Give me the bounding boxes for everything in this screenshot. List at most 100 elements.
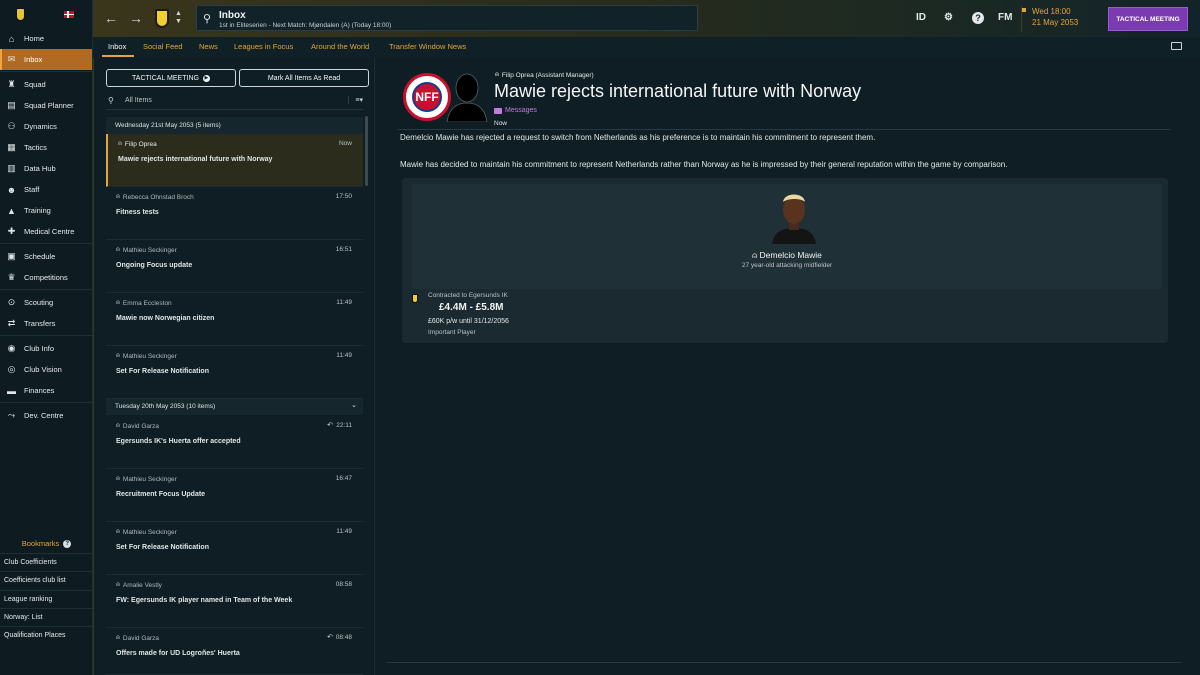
tab-inbox[interactable]: Inbox bbox=[108, 42, 126, 51]
person-icon: ⍝ bbox=[116, 299, 120, 306]
sidebar-item-squad[interactable]: ♜ Squad bbox=[0, 74, 92, 95]
message-item[interactable]: ⍝ David Garza 22:11 Egersunds IK's Huerta o… bbox=[106, 416, 363, 469]
date-group-label: Wednesday 21st May 2053 (5 items) bbox=[115, 122, 221, 129]
sidebar-item-tactics[interactable]: ▦ Tactics bbox=[0, 137, 92, 158]
sender-name: Mathieu Seckinger bbox=[122, 246, 177, 254]
reply-arrow-icon: ↶ bbox=[327, 422, 333, 429]
message-item[interactable]: ⍝ David Garza 08:48 Offers made for UD Logr… bbox=[106, 628, 363, 675]
inbox-filter[interactable]: ⚲ All Items ≡▾ bbox=[106, 93, 363, 110]
message-item[interactable]: ⍝ Emma Eccleston 11:49 Mawie now Norwegian … bbox=[106, 293, 363, 346]
mark-all-read-button[interactable]: Mark All Items As Read bbox=[239, 69, 369, 87]
date-group-header[interactable]: Wednesday 21st May 2053 (5 items) bbox=[106, 117, 363, 134]
bookmark-item[interactable]: Coefficients club list bbox=[0, 571, 93, 589]
sender-name: Rebecca Ohnstad Broch bbox=[122, 193, 194, 201]
sidebar-item-home[interactable]: ⌂ Home bbox=[0, 28, 92, 49]
filter-input[interactable]: All Items bbox=[125, 97, 152, 104]
sidebar-item-competitions[interactable]: ♛ Competitions bbox=[0, 267, 92, 288]
tab-around-the-world[interactable]: Around the World bbox=[311, 42, 369, 51]
game-date[interactable]: Wed 18:00 21 May 2053 bbox=[1021, 6, 1099, 32]
message-item[interactable]: ⍝ Mathieu Seckinger 11:49 Set For Release N… bbox=[106, 522, 363, 575]
message-time: 08:58 bbox=[335, 581, 352, 588]
sidebar-item-dev-centre[interactable]: ⤳ Dev. Centre bbox=[0, 405, 92, 426]
message-item[interactable]: ⍝ Mathieu Seckinger 11:49 Set For Release N… bbox=[106, 346, 363, 399]
date-marker-icon bbox=[1022, 8, 1026, 12]
sender-name: Emma Eccleston bbox=[122, 299, 172, 307]
bookmarks-header[interactable]: Bookmarks ? bbox=[0, 537, 93, 550]
gear-icon[interactable]: ⚙ bbox=[944, 12, 953, 23]
messages-tag[interactable]: Messages bbox=[494, 107, 537, 114]
bookmark-item[interactable]: Club Coefficients bbox=[0, 553, 93, 571]
sidebar-item-club-vision[interactable]: ◎ Club Vision bbox=[0, 359, 92, 380]
chevron-down-icon[interactable]: ⌄ bbox=[351, 401, 357, 409]
bookmark-item[interactable]: Qualification Places bbox=[0, 626, 93, 644]
date-group-label: Tuesday 20th May 2053 (10 items) bbox=[115, 403, 216, 410]
sidebar-item-inbox[interactable]: ✉ Inbox bbox=[0, 49, 92, 70]
message-sender: ⍝ Rebecca Ohnstad Broch bbox=[116, 193, 194, 201]
sidebar-item-scouting[interactable]: ⊙ Scouting bbox=[0, 292, 92, 313]
sender-name: Filip Oprea bbox=[124, 140, 157, 148]
club-switch-chevron-icon[interactable]: ▲ ▼ bbox=[175, 10, 182, 26]
forward-arrow-icon[interactable]: → bbox=[129, 10, 143, 26]
sidebar-item-training[interactable]: ▲ Training bbox=[0, 200, 92, 221]
message-item[interactable]: ⍝ Amalie Vestly 08:58 FW: Egersunds IK play… bbox=[106, 575, 363, 628]
page-title: Inbox bbox=[219, 10, 246, 21]
sidebar-item-schedule[interactable]: ▣ Schedule bbox=[0, 246, 92, 267]
bookmarks-label: Bookmarks bbox=[21, 539, 60, 548]
sidebar-item-dynamics[interactable]: ⚇ Dynamics bbox=[0, 116, 92, 137]
tab-news[interactable]: News bbox=[199, 42, 218, 51]
id-button[interactable]: ID bbox=[916, 12, 926, 23]
message-item[interactable]: ⍝ Mathieu Seckinger 16:51 Ongoing Focus upd… bbox=[106, 240, 363, 293]
training-icon: ▲ bbox=[7, 205, 16, 216]
player-name-line[interactable]: ⍝ Demelcio Mawie bbox=[412, 250, 1162, 261]
club-crest-icon[interactable] bbox=[155, 9, 169, 28]
message-subject: FW: Egersunds IK player named in Team of… bbox=[116, 597, 293, 604]
sidebar-item-label: Competitions bbox=[24, 273, 68, 282]
help-icon[interactable]: ? bbox=[63, 539, 72, 548]
search-box[interactable]: ⚲ Inbox 1st in Eliteserien - Next Match:… bbox=[196, 5, 698, 31]
scrollbar[interactable] bbox=[365, 116, 368, 186]
message-sender: ⍝ Mathieu Seckinger bbox=[116, 475, 177, 483]
sidebar-item-finances[interactable]: ▬ Finances bbox=[0, 380, 92, 401]
message-time: 22:11 bbox=[336, 422, 352, 429]
sidebar-item-data-hub[interactable]: ▥ Data Hub bbox=[0, 158, 92, 179]
tactical-meeting-button[interactable]: TACTICAL MEETING ▶ bbox=[106, 69, 236, 87]
message-time: 08:48 bbox=[335, 634, 352, 641]
tab-social-feed[interactable]: Social Feed bbox=[143, 42, 183, 51]
club-crest-icon[interactable] bbox=[16, 7, 25, 21]
bookmark-item[interactable]: League ranking bbox=[0, 589, 93, 608]
sidebar-item-transfers[interactable]: ⇄ Transfers bbox=[0, 313, 92, 334]
club-crest-icon[interactable] bbox=[412, 294, 418, 303]
contracted-to: Contracted to Egersunds IK bbox=[428, 292, 508, 299]
sidebar-item-label: Data Hub bbox=[24, 164, 56, 173]
tab-transfer-window-news[interactable]: Transfer Window News bbox=[389, 42, 466, 51]
message-item[interactable]: ⍝ Filip Oprea Now Mawie rejects internation… bbox=[106, 134, 363, 187]
tv-icon[interactable] bbox=[1171, 42, 1182, 50]
date-group-header[interactable]: Tuesday 20th May 2053 (10 items) ⌄ bbox=[106, 398, 363, 415]
fm-menu-button[interactable]: FM bbox=[998, 12, 1012, 23]
help-icon[interactable]: ? bbox=[972, 12, 984, 24]
norway-flag-icon[interactable] bbox=[64, 10, 74, 18]
back-arrow-icon[interactable]: ← bbox=[104, 10, 118, 26]
sender-name: Mathieu Seckinger bbox=[122, 528, 177, 536]
tab-leagues-in-focus[interactable]: Leagues in Focus bbox=[234, 42, 293, 51]
sender-silhouette-avatar[interactable] bbox=[445, 70, 489, 122]
continue-tactical-meeting-button[interactable]: TACTICAL MEETING bbox=[1108, 7, 1188, 31]
sender-line[interactable]: ⍝ Filip Oprea (Assistant Manager) bbox=[495, 71, 594, 79]
date-time: Wed 18:00 bbox=[1032, 7, 1071, 16]
filter-dropdown-icon[interactable]: ≡▾ bbox=[348, 96, 363, 104]
message-item[interactable]: ⍝ Mathieu Seckinger 16:47 Recruitment Focus… bbox=[106, 469, 363, 522]
house-icon: ⌂ bbox=[8, 33, 15, 44]
sidebar-item-label: Squad Planner bbox=[24, 101, 74, 110]
player-wage: £60K p/w until 31/12/2056 bbox=[428, 318, 509, 325]
sidebar-item-medical-centre[interactable]: ✚ Medical Centre bbox=[0, 221, 92, 242]
nav-separator bbox=[0, 289, 92, 291]
bookmark-item[interactable]: Norway: List bbox=[0, 607, 93, 626]
player-photo[interactable] bbox=[770, 188, 818, 244]
person-icon: ⍝ bbox=[118, 140, 122, 147]
sidebar-item-squad-planner[interactable]: ▤ Squad Planner bbox=[0, 95, 92, 116]
message-item[interactable]: ⍝ Rebecca Ohnstad Broch 17:50 Fitness tests bbox=[106, 187, 363, 240]
sender-name: David Garza bbox=[122, 634, 160, 642]
sidebar-item-club-info[interactable]: ◉ Club Info bbox=[0, 338, 92, 359]
sidebar-item-staff[interactable]: ☻ Staff bbox=[0, 179, 92, 200]
dev-centre-icon: ⤳ bbox=[7, 410, 16, 420]
